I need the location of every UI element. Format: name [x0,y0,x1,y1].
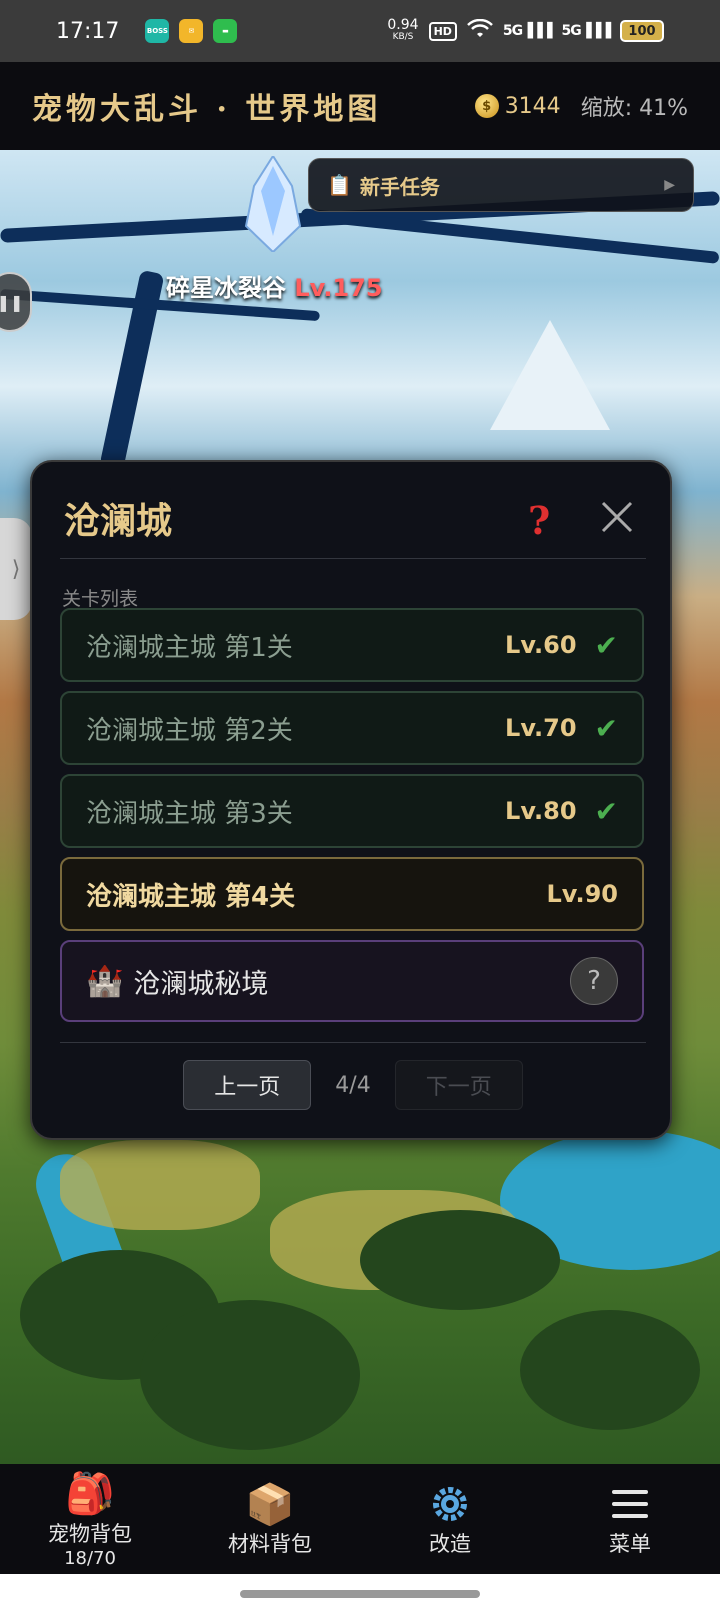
stage-level: Lv.70 [505,714,577,742]
divider [60,558,646,559]
mountain-peak [490,320,610,430]
nav-upgrade[interactable]: 改造 [360,1464,540,1574]
stage-level: Lv.60 [505,631,577,659]
prev-page-button[interactable]: 上一页 [183,1060,312,1110]
secret-realm-item[interactable]: 🏰 沧澜城秘境 ? [60,940,644,1022]
side-drawer-tab[interactable]: ⟩ [0,518,32,620]
pagination: 上一页 4/4 下一页 [32,1060,674,1110]
map-location-label[interactable]: 碎星冰裂谷 Lv.175 [166,268,383,303]
map-location-name: 碎星冰裂谷 [166,274,286,302]
zoom-level: 缩放: 41% [580,96,688,121]
check-icon: ✔ [594,794,618,828]
close-icon[interactable] [600,500,634,534]
nav-label: 材料背包 [228,1532,312,1556]
divider [60,1042,646,1043]
signal-1-label: 5G [502,23,523,39]
stage-item[interactable]: 沧澜城主城 第3关 Lv.80 ✔ [60,774,644,848]
stage-name: 沧澜城主城 第2关 [86,715,293,746]
signal-icon-1: 5G▐▐▐ [502,23,553,39]
net-speed: 0.94 KB/S [387,18,418,43]
game-header: 宠物大乱斗 · 世界地图 $ 3144 缩放: 41% [0,62,720,150]
help-icon[interactable]: ? [528,498,562,543]
status-bar: 17:17 BOSS ✉ ▬ 0.94 KB/S HD 5G▐▐▐ 5G▐▐▐ … [0,0,720,62]
map-decoration [300,208,720,264]
wifi-icon [467,18,493,43]
city-dialog: 沧澜城 ? 关卡列表 沧澜城主城 第1关 Lv.60 ✔ 沧澜城主城 第2关 L… [30,460,672,1140]
stage-name: 沧澜城主城 第4关 [86,881,296,912]
clipboard-icon: 📋 [327,173,352,197]
status-time: 17:17 [56,18,120,44]
map-decoration [60,1140,260,1230]
play-arrow-icon: ▶ [664,177,675,193]
floating-assist-button[interactable]: ❚❚ [0,272,32,332]
nav-label: 改造 [429,1532,471,1556]
stage-name: 沧澜城主城 第1关 [86,632,293,663]
nav-label: 宠物背包 [48,1521,132,1546]
gold-counter: $ 3144 [474,93,561,119]
page-title: 宠物大乱斗 · 世界地图 [32,92,382,127]
mail-app-icon: ✉ [179,19,204,43]
gear-icon [428,1480,472,1528]
bottom-nav: 🎒 宠物背包 18/70 📦 材料背包 改造 菜单 [0,1464,720,1574]
map-decoration [520,1310,700,1430]
stage-item[interactable]: 沧澜城主城 第1关 Lv.60 ✔ [60,608,644,682]
dialog-title: 沧澜城 [64,500,173,542]
nav-menu[interactable]: 菜单 [540,1464,720,1574]
box-icon: 📦 [245,1481,295,1528]
map-location-level: Lv.175 [294,274,383,302]
quest-bar[interactable]: 📋 新手任务 ▶ [308,158,694,212]
secret-realm-name: 沧澜城秘境 [133,968,269,1000]
hd-badge: HD [428,21,457,41]
map-decoration [140,1300,360,1450]
stage-list-label: 关卡列表 [62,588,139,610]
stage-level: Lv.90 [546,880,619,908]
stage-item-current[interactable]: 沧澜城主城 第4关 Lv.90 [60,857,644,931]
secret-help-button[interactable]: ? [570,957,618,1005]
money-bag-icon: $ [474,94,499,118]
check-icon: ✔ [594,711,618,745]
crystal-tower-icon [244,156,302,252]
status-app-icons: BOSS ✉ ▬ [145,19,238,43]
nav-count: 18/70 [64,1547,116,1569]
next-page-button[interactable]: 下一页 [394,1060,523,1110]
page-indicator: 4/4 [335,1072,371,1098]
castle-icon: 🏰 [86,963,124,999]
stage-level: Lv.80 [505,797,577,825]
map-decoration [360,1210,560,1310]
home-indicator[interactable] [240,1590,480,1598]
stage-name: 沧澜城主城 第3关 [86,798,293,829]
gold-value: 3144 [504,93,561,119]
nav-label: 菜单 [609,1532,651,1556]
signal-icon-2: 5G▐▐▐ [561,23,611,39]
stage-item[interactable]: 沧澜城主城 第2关 Lv.70 ✔ [60,691,644,765]
quest-label: 新手任务 [359,174,440,199]
battery-icon: 100 [620,20,664,42]
signal-2-label: 5G [561,23,581,39]
backpack-icon: 🎒 [65,1471,115,1517]
chat-app-icon: ▬ [213,19,238,43]
boss-app-icon: BOSS [145,19,170,43]
nav-material-backpack[interactable]: 📦 材料背包 [180,1464,360,1574]
nav-pet-backpack[interactable]: 🎒 宠物背包 18/70 [0,1464,180,1574]
menu-icon [612,1480,648,1528]
check-icon: ✔ [594,628,618,662]
